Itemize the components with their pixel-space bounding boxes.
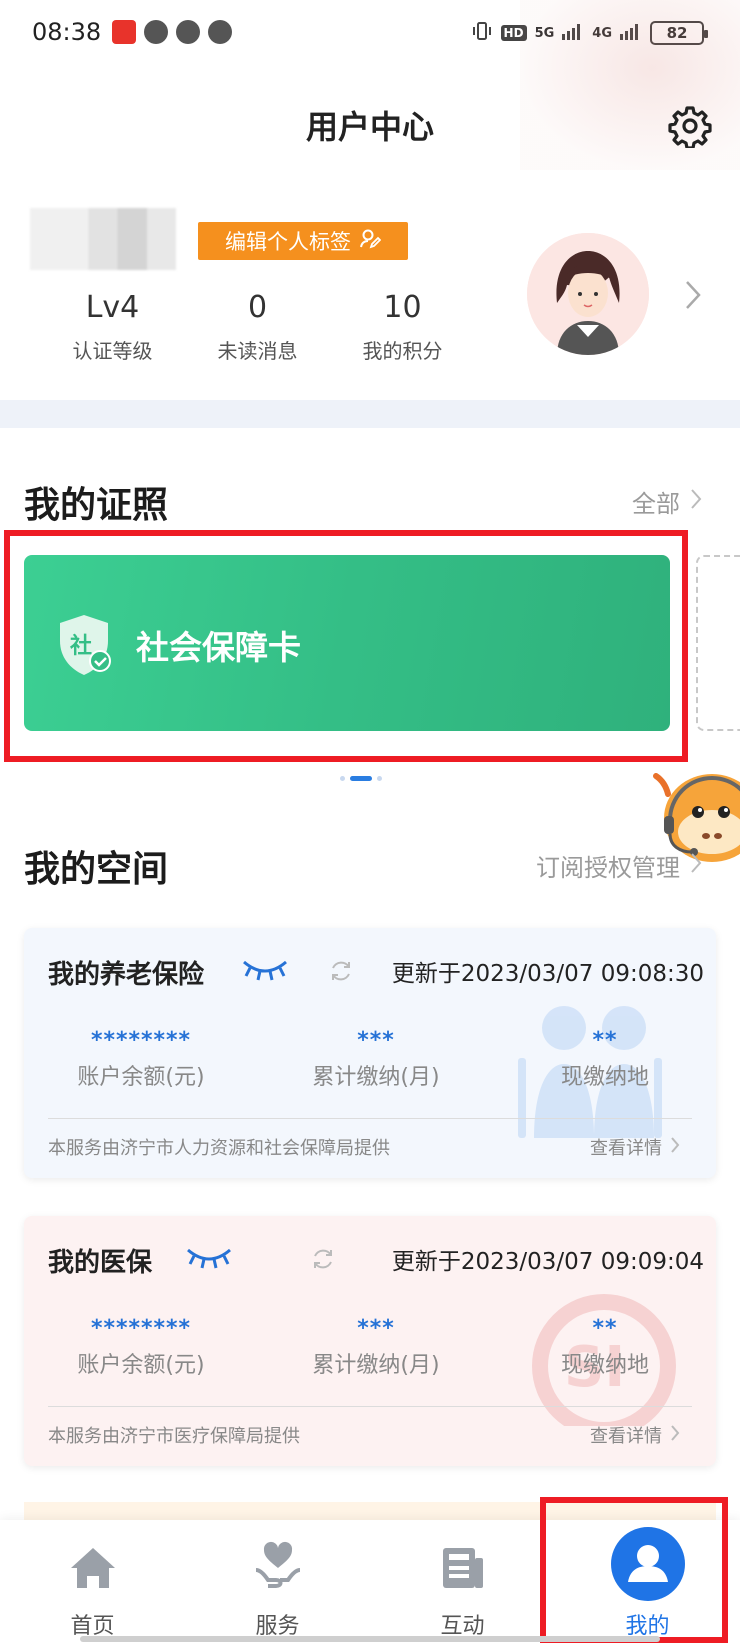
medical-months-label: 累计缴纳(月): [312, 1353, 440, 1378]
pension-balance-value: ********: [90, 1028, 192, 1053]
status-time: 08:38: [32, 18, 102, 46]
stat-unread-label: 未读消息: [217, 339, 298, 363]
news-icon: [433, 1538, 493, 1598]
settings-gear-icon[interactable]: [668, 104, 712, 150]
eye-closed-icon[interactable]: [240, 956, 290, 984]
stat-level-label: 认证等级: [72, 339, 153, 363]
wechat-icon: [208, 20, 232, 44]
pension-card[interactable]: 我的养老保险 更新于2023/03/07 09:08:30 ******** 账…: [24, 928, 716, 1178]
stat-points-value: 10: [383, 290, 422, 325]
netease-music-icon: [112, 20, 136, 44]
pension-balance-label: 账户余额(元): [77, 1065, 205, 1090]
chevron-right-icon: [690, 488, 702, 516]
chevron-right-icon: [670, 1136, 680, 1159]
pension-details-label: 查看详情: [590, 1138, 662, 1159]
stat-unread-value: 0: [247, 290, 268, 325]
stat-level-value: Lv4: [85, 290, 140, 325]
pension-location-value: **: [592, 1028, 618, 1053]
medical-location: ** 现缴纳地: [494, 1316, 716, 1379]
refresh-icon[interactable]: [310, 1246, 336, 1272]
medical-details-label: 查看详情: [590, 1426, 662, 1447]
subscription-manage-link[interactable]: 订阅授权管理: [536, 848, 702, 883]
notification-icons: [112, 20, 232, 44]
medical-location-label: 现缴纳地: [560, 1353, 649, 1378]
stat-points[interactable]: 10 我的积分: [330, 290, 475, 364]
next-license-card[interactable]: [696, 555, 740, 731]
subscription-manage-label: 订阅授权管理: [536, 854, 680, 882]
tab-home[interactable]: 首页: [0, 1520, 185, 1644]
app-screen: 08:38 HD 5G 4G 82 用户中心: [0, 0, 740, 1644]
carousel-dot: [377, 776, 382, 781]
tab-service[interactable]: 服务: [185, 1520, 370, 1644]
vibrate-icon: [471, 20, 493, 46]
pension-title: 我的养老保险: [48, 960, 205, 990]
home-icon: [63, 1538, 123, 1598]
profile-chevron-icon[interactable]: [683, 278, 703, 312]
refresh-icon[interactable]: [328, 958, 354, 984]
pension-months: *** 累计缴纳(月): [258, 1028, 494, 1091]
pension-months-value: ***: [357, 1028, 395, 1053]
highlight-box-tab: [540, 1497, 728, 1643]
medical-location-value: **: [592, 1316, 618, 1341]
edit-tag-button[interactable]: 编辑个人标签: [198, 222, 408, 260]
stat-points-label: 我的积分: [362, 339, 443, 363]
pension-balance: ******** 账户余额(元): [24, 1028, 258, 1091]
pension-updated-time: 更新于2023/03/07 09:08:30: [391, 961, 704, 987]
pension-location: ** 现缴纳地: [494, 1028, 716, 1091]
pension-details-link[interactable]: 查看详情: [590, 1134, 680, 1160]
medical-provider: 本服务由济宁市医疗保障局提供: [48, 1426, 300, 1447]
medical-insurance-card[interactable]: SI 我的医保 更新于2023/03/07 09:09:04 ******** …: [24, 1216, 716, 1466]
carousel-indicator: [340, 776, 382, 781]
medical-values: ******** 账户余额(元) *** 累计缴纳(月) ** 现缴纳地: [24, 1316, 716, 1379]
licenses-all-link[interactable]: 全部: [632, 484, 702, 519]
licenses-title: 我的证照: [24, 485, 169, 526]
speed-icon: [176, 20, 200, 44]
tab-interact[interactable]: 互动: [370, 1520, 555, 1644]
pension-values: ******** 账户余额(元) *** 累计缴纳(月) ** 现缴纳地: [24, 1028, 716, 1091]
pension-location-label: 现缴纳地: [560, 1065, 649, 1090]
carousel-dot: [340, 776, 345, 781]
edit-person-icon: [359, 228, 382, 255]
section-divider-band: [0, 400, 740, 428]
pension-provider: 本服务由济宁市人力资源和社会保障局提供: [48, 1138, 390, 1159]
card-divider: [48, 1118, 692, 1119]
message-icon: [144, 20, 168, 44]
medical-balance: ******** 账户余额(元): [24, 1316, 258, 1379]
medical-months-value: ***: [357, 1316, 395, 1341]
pension-months-label: 累计缴纳(月): [312, 1065, 440, 1090]
medical-months: *** 累计缴纳(月): [258, 1316, 494, 1379]
card-divider: [48, 1406, 692, 1407]
medical-updated-time: 更新于2023/03/07 09:09:04: [391, 1249, 704, 1275]
medical-balance-value: ********: [90, 1316, 192, 1341]
stat-unread[interactable]: 0 未读消息: [185, 290, 330, 364]
licenses-all-label: 全部: [632, 490, 680, 518]
home-indicator: [80, 1636, 660, 1642]
username-blurred: [30, 208, 176, 270]
carousel-dot-active: [350, 776, 372, 781]
medical-title: 我的医保: [48, 1248, 153, 1278]
chevron-right-icon: [690, 852, 702, 880]
space-title: 我的空间: [24, 849, 169, 890]
chevron-right-icon: [670, 1424, 680, 1447]
service-heart-icon: [248, 1538, 308, 1598]
eye-closed-icon[interactable]: [184, 1244, 234, 1272]
stat-level[interactable]: Lv4 认证等级: [40, 290, 185, 364]
avatar[interactable]: [527, 233, 649, 355]
medical-details-link[interactable]: 查看详情: [590, 1422, 680, 1448]
medical-balance-label: 账户余额(元): [77, 1353, 205, 1378]
profile-stats: Lv4 认证等级 0 未读消息 10 我的积分: [40, 290, 475, 364]
page-title: 用户中心: [305, 108, 434, 146]
edit-tag-label: 编辑个人标签: [225, 230, 351, 254]
highlight-box-card: [4, 530, 688, 762]
